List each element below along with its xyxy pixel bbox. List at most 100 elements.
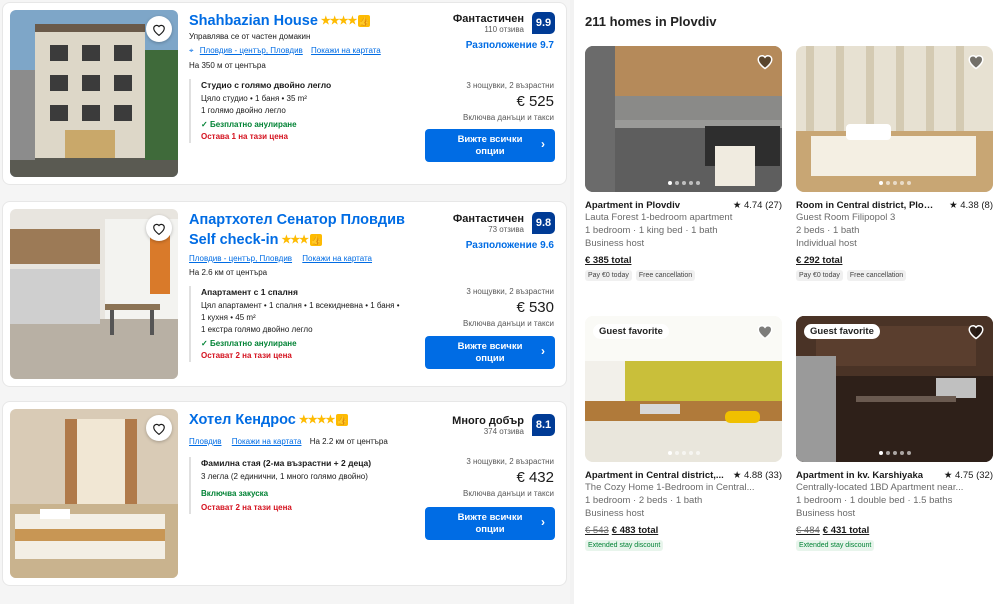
listing-beds: 1 bedroom · 1 double bed · 1.5 baths [796, 495, 953, 506]
chevron-right-icon: › [541, 137, 545, 151]
room-title: Студио с голямо двойно легло [201, 80, 332, 90]
location-link[interactable]: Пловдив - център, Пловдив [189, 254, 292, 263]
listing-type: Apartment in kv. Karshiyaka [796, 470, 924, 481]
hotel-photo[interactable] [10, 209, 178, 379]
review-summary[interactable]: Фантастичен 73 отзива [453, 213, 524, 234]
hotel-photo[interactable] [10, 10, 178, 177]
hotel-name[interactable]: Shahbazian House ★★★★ 👍 [189, 11, 371, 31]
listing-header: Apartment in Central district,... ★ 4.88… [585, 470, 782, 481]
hotel-results-panel: Shahbazian House ★★★★ 👍 Управлява се от ча… [0, 0, 570, 604]
hotel-name[interactable]: Апартхотел Сенатор Пловдив Self check-in… [189, 210, 434, 250]
listing-photo[interactable]: Guest favorite [585, 316, 782, 462]
review-score[interactable]: 8.1 [532, 414, 555, 436]
thumbs-up-icon: 👍 [310, 234, 323, 246]
show-on-map-link[interactable]: Покажи на картата [302, 254, 372, 263]
listing-name: Centrally-located 1BD Apartment near... [796, 482, 964, 493]
listing-photo[interactable] [796, 46, 993, 192]
location-link[interactable]: Пловдив [189, 437, 222, 446]
hotel-photo[interactable] [10, 409, 178, 578]
listing-card[interactable]: Room in Central district, Plovdiv ★ 4.38… [796, 46, 993, 281]
free-cancellation: ✓ Безплатно анулиране [201, 120, 297, 129]
favorite-heart-icon[interactable] [146, 16, 172, 42]
listing-card[interactable]: Apartment in Plovdiv ★ 4.74 (27) Lauta F… [585, 46, 782, 281]
distance: На 2.2 км от центъра [309, 437, 388, 446]
favorite-heart-icon[interactable] [146, 415, 172, 441]
listing-total[interactable]: € 385 total [585, 255, 782, 266]
listing-card[interactable]: Guest favorite Apartment in Central dist… [585, 316, 782, 551]
listing-type: Apartment in Central district,... [585, 470, 724, 481]
listing-total[interactable]: € 484 € 431 total [796, 525, 993, 536]
room-title: Фамилна стая (2-ма възрастни + 2 деца) [201, 458, 372, 468]
carousel-dots[interactable] [878, 451, 911, 455]
chip: Free cancellation [846, 270, 907, 281]
see-availability-button[interactable]: Вижте всички опции › [425, 336, 555, 369]
listing-type: Room in Central district, Plovdiv [796, 200, 936, 211]
see-availability-button[interactable]: Вижте всички опции › [425, 507, 555, 540]
listing-type: Apartment in Plovdiv [585, 200, 681, 211]
review-summary[interactable]: Фантастичен 110 отзива [453, 13, 524, 34]
listing-photo[interactable] [585, 46, 782, 192]
listing-total[interactable]: € 292 total [796, 255, 993, 266]
favorite-heart-icon[interactable] [756, 52, 774, 70]
listing-host: Business host [585, 238, 645, 249]
location-row: ⌖ Пловдив - център, Пловдив Покажи на ка… [189, 46, 381, 56]
carousel-dots[interactable] [667, 451, 700, 455]
distance: На 350 м от центъра [189, 61, 266, 70]
listing-rating: ★ 4.88 (33) [732, 470, 782, 481]
listing-rating: ★ 4.75 (32) [943, 470, 993, 481]
review-score[interactable]: 9.9 [532, 12, 555, 34]
review-count: 374 отзива [483, 427, 524, 436]
homes-panel: 211 homes in Plovdiv Apartment in Plovdi… [574, 0, 1000, 604]
listing-chips: Pay €0 today Free cancellation [585, 270, 782, 281]
hotel-card[interactable]: Хотел Кендрос ★★★★ 👍 Пловдив Покажи на кар… [2, 401, 567, 586]
chip: Pay €0 today [585, 270, 632, 281]
chevron-right-icon: › [541, 344, 545, 358]
location-link[interactable]: Пловдив - център, Пловдив [200, 46, 303, 55]
price: € 525 [516, 93, 554, 110]
chip: Free cancellation [635, 270, 696, 281]
hotel-card[interactable]: Апартхотел Сенатор Пловдив Self check-in… [2, 201, 567, 387]
review-count: 73 отзива [488, 225, 524, 234]
see-availability-button[interactable]: Вижте всички опции › [425, 129, 555, 162]
room-beds: 3 легла (2 единични, 1 много голямо двой… [201, 472, 368, 481]
guest-favorite-badge: Guest favorite [593, 324, 669, 339]
listing-header: Room in Central district, Plovdiv ★ 4.38… [796, 200, 993, 211]
listing-chips: Extended stay discount [796, 540, 993, 551]
review-summary[interactable]: Много добър 374 отзива [452, 415, 524, 436]
star-rating: ★★★★ [298, 414, 335, 426]
listing-name: Guest Room Filipopol 3 [796, 212, 896, 223]
favorite-heart-icon[interactable] [146, 215, 172, 241]
thumbs-up-icon: 👍 [336, 414, 349, 426]
location-row: Пловдив Покажи на картата На 2.2 км от ц… [189, 437, 388, 446]
favorite-heart-icon[interactable] [967, 322, 985, 340]
hotel-card[interactable]: Shahbazian House ★★★★ 👍 Управлява се от ча… [2, 2, 567, 185]
listing-host: Individual host [796, 238, 857, 249]
star-rating: ★★★ [281, 234, 309, 246]
star-rating: ★★★★ [320, 15, 357, 27]
host-note: Управлява се от частен домакин [189, 32, 311, 41]
review-score[interactable]: 9.8 [532, 212, 555, 234]
free-cancellation: ✓ Безплатно анулиране [201, 339, 297, 348]
taxes-note: Включва данъци и такси [463, 319, 554, 328]
listing-card[interactable]: Guest favorite Apartment in kv. Karshiya… [796, 316, 993, 551]
homes-count-title: 211 homes in Plovdiv [585, 14, 717, 29]
discount-chip: Extended stay discount [796, 540, 875, 551]
listing-photo[interactable]: Guest favorite [796, 316, 993, 462]
listing-chips: Extended stay discount [585, 540, 782, 551]
carousel-dots[interactable] [878, 181, 911, 185]
listing-beds: 1 bedroom · 1 king bed · 1 bath [585, 225, 718, 236]
listing-header: Apartment in kv. Karshiyaka ★ 4.75 (32) [796, 470, 993, 481]
favorite-heart-icon[interactable] [967, 52, 985, 70]
show-on-map-link[interactable]: Покажи на картата [311, 46, 381, 55]
discount-chip: Extended stay discount [585, 540, 664, 551]
room-title: Апартамент с 1 спалня [201, 287, 298, 297]
score-word: Фантастичен [452, 13, 524, 25]
favorite-heart-icon[interactable] [756, 322, 774, 340]
stay-summary: 3 нощувки, 2 възрастни [466, 287, 554, 296]
room-details-2: 1 кухня • 45 m² [201, 313, 256, 322]
show-on-map-link[interactable]: Покажи на картата [232, 437, 302, 446]
carousel-dots[interactable] [667, 181, 700, 185]
listing-total[interactable]: € 543 € 483 total [585, 525, 782, 536]
listing-header: Apartment in Plovdiv ★ 4.74 (27) [585, 200, 782, 211]
hotel-name[interactable]: Хотел Кендрос ★★★★ 👍 [189, 410, 349, 430]
